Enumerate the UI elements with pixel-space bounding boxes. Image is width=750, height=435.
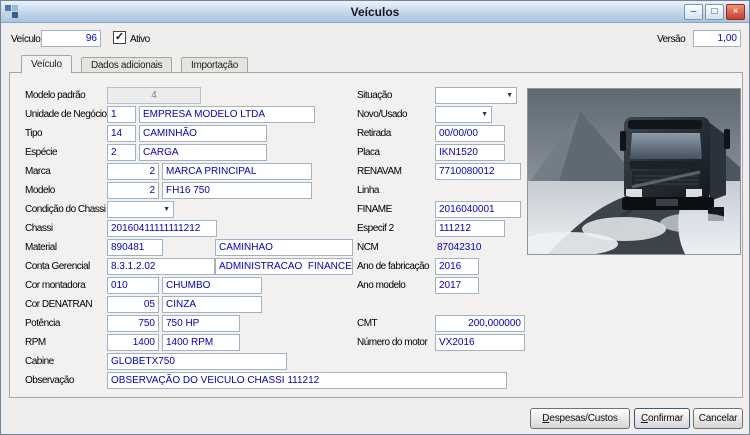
linha-label: Linha [357, 185, 379, 196]
numero-motor-input[interactable]: VX2016 [435, 334, 525, 351]
conta-gerencial-label: Conta Gerencial [25, 261, 90, 272]
ano-fabricacao-label: Ano de fabricação [357, 261, 430, 272]
ativo-checkbox[interactable]: ✓ [113, 31, 126, 44]
conta-gerencial-desc-field[interactable]: ADMINISTRACAO FINANCEIRA [215, 258, 353, 275]
tipo-label: Tipo [25, 128, 43, 139]
especie-label: Espécie [25, 147, 58, 158]
retirada-label: Retirada [357, 128, 391, 139]
placa-input[interactable]: IKN1520 [435, 144, 505, 161]
cor-denatran-label: Cor DENATRAN [25, 299, 93, 310]
close-button[interactable]: × [726, 3, 745, 20]
ativo-label: Ativo [130, 34, 150, 45]
situacao-select[interactable]: Disponível ▼ [435, 87, 517, 104]
unidade-negocio-code-input[interactable]: 1 [107, 106, 136, 123]
renavam-label: RENAVAM [357, 166, 402, 177]
check-icon: ✓ [114, 31, 125, 43]
marca-code-input[interactable]: 2 [107, 163, 159, 180]
rpm-code-input[interactable]: 1400 [107, 334, 159, 351]
unidade-negocio-desc-field[interactable]: EMPRESA MODELO LTDA [139, 106, 315, 123]
tipo-desc-field[interactable]: CAMINHÃO [139, 125, 267, 142]
potencia-desc-field[interactable]: 750 HP [162, 315, 240, 332]
renavam-input[interactable]: 7710080012 [435, 163, 521, 180]
finame-label: FINAME [357, 204, 392, 215]
modelo-label: Modelo [25, 185, 55, 196]
cor-denatran-desc-field[interactable]: CINZA [162, 296, 262, 313]
cabine-input[interactable]: GLOBETX750 [107, 353, 287, 370]
titlebar[interactable]: Veículos – □ × [1, 1, 749, 23]
material-code-input[interactable]: 890481 [107, 239, 163, 256]
ncm-label: NCM [357, 242, 379, 253]
potencia-code-input[interactable]: 750 [107, 315, 159, 332]
material-desc-field[interactable]: CAMINHAO [215, 239, 353, 256]
observacao-label: Observação [25, 375, 74, 386]
ncm-value: 87042310 [437, 242, 482, 253]
finame-input[interactable]: 2016040001 [435, 201, 521, 218]
especie-desc-field[interactable]: CARGA [139, 144, 267, 161]
chevron-down-icon: ▼ [163, 206, 170, 213]
cmt-input[interactable]: 200,000000 [435, 315, 525, 332]
ano-modelo-label: Ano modelo [357, 280, 406, 291]
veiculo-number-label: Veículo [11, 34, 41, 45]
truck-illustration [528, 89, 740, 254]
cor-denatran-code-input[interactable]: 05 [107, 296, 159, 313]
modelo-desc-field[interactable]: FH16 750 [162, 182, 312, 199]
chassi-label: Chassi [25, 223, 53, 234]
confirmar-button[interactable]: Confirmar [634, 408, 690, 429]
marca-desc-field[interactable]: MARCA PRINCIPAL [162, 163, 312, 180]
versao-input: 1,00 [693, 30, 741, 47]
cabine-label: Cabine [25, 356, 54, 367]
ano-modelo-input[interactable]: 2017 [435, 277, 479, 294]
unidade-negocio-label: Unidade de Negócio [25, 109, 107, 120]
app-window: Veículos – □ × Veículo 96 ✓ Ativo Versão… [0, 0, 750, 435]
novo-usado-label: Novo/Usado [357, 109, 408, 120]
tipo-code-input[interactable]: 14 [107, 125, 136, 142]
condicao-chassi-select[interactable]: Normal ▼ [107, 201, 174, 218]
material-label: Material [25, 242, 57, 253]
potencia-label: Potência [25, 318, 60, 329]
ano-fabricacao-input[interactable]: 2016 [435, 258, 479, 275]
chevron-down-icon: ▼ [481, 111, 488, 118]
especie-code-input[interactable]: 2 [107, 144, 136, 161]
modelo-code-input[interactable]: 2 [107, 182, 159, 199]
novo-usado-select[interactable]: Novo ▼ [435, 106, 492, 123]
marca-label: Marca [25, 166, 51, 177]
veiculo-number-input[interactable]: 96 [41, 30, 101, 47]
modelo-padrao-label: Modelo padrão [25, 90, 86, 101]
situacao-label: Situação [357, 90, 392, 101]
minimize-button[interactable]: – [684, 3, 703, 20]
rpm-label: RPM [25, 337, 46, 348]
window-controls: – □ × [684, 3, 745, 20]
tab-dados-adicionais[interactable]: Dados adicionais [81, 57, 173, 72]
cancelar-button[interactable]: Cancelar [693, 408, 743, 429]
chassi-input[interactable]: 20160411111111212 [107, 220, 217, 237]
tab-importacao[interactable]: Importação [181, 57, 249, 72]
maximize-icon: □ [711, 5, 718, 17]
cor-montadora-desc-field[interactable]: CHUMBO [162, 277, 262, 294]
numero-motor-label: Número do motor [357, 337, 428, 348]
observacao-input[interactable]: OBSERVAÇÃO DO VEICULO CHASSI 111212 [107, 372, 507, 389]
maximize-button[interactable]: □ [705, 3, 724, 20]
minimize-icon: – [690, 5, 697, 17]
especif2-label: Especif 2 [357, 223, 394, 234]
especif2-input[interactable]: 111212 [435, 220, 505, 237]
cmt-label: CMT [357, 318, 378, 329]
despesas-custos-button[interactable]: Despesas/Custos [530, 408, 630, 429]
cor-montadora-label: Cor montadora [25, 280, 86, 291]
rpm-desc-field[interactable]: 1400 RPM [162, 334, 240, 351]
versao-label: Versão [657, 34, 686, 45]
placa-label: Placa [357, 147, 380, 158]
condicao-chassi-label: Condição do Chassi [25, 204, 106, 215]
close-icon: × [732, 5, 739, 17]
vehicle-photo [527, 88, 741, 255]
cor-montadora-code-input[interactable]: 010 [107, 277, 159, 294]
tab-veiculo[interactable]: Veículo [21, 55, 72, 73]
modelo-padrao-input: 4 [107, 87, 201, 104]
window-title: Veículos [350, 4, 400, 19]
app-icon [5, 4, 19, 19]
retirada-input[interactable]: 00/00/00 [435, 125, 505, 142]
conta-gerencial-code-input[interactable]: 8.3.1.2.02 [107, 258, 215, 275]
chevron-down-icon: ▼ [506, 92, 513, 99]
